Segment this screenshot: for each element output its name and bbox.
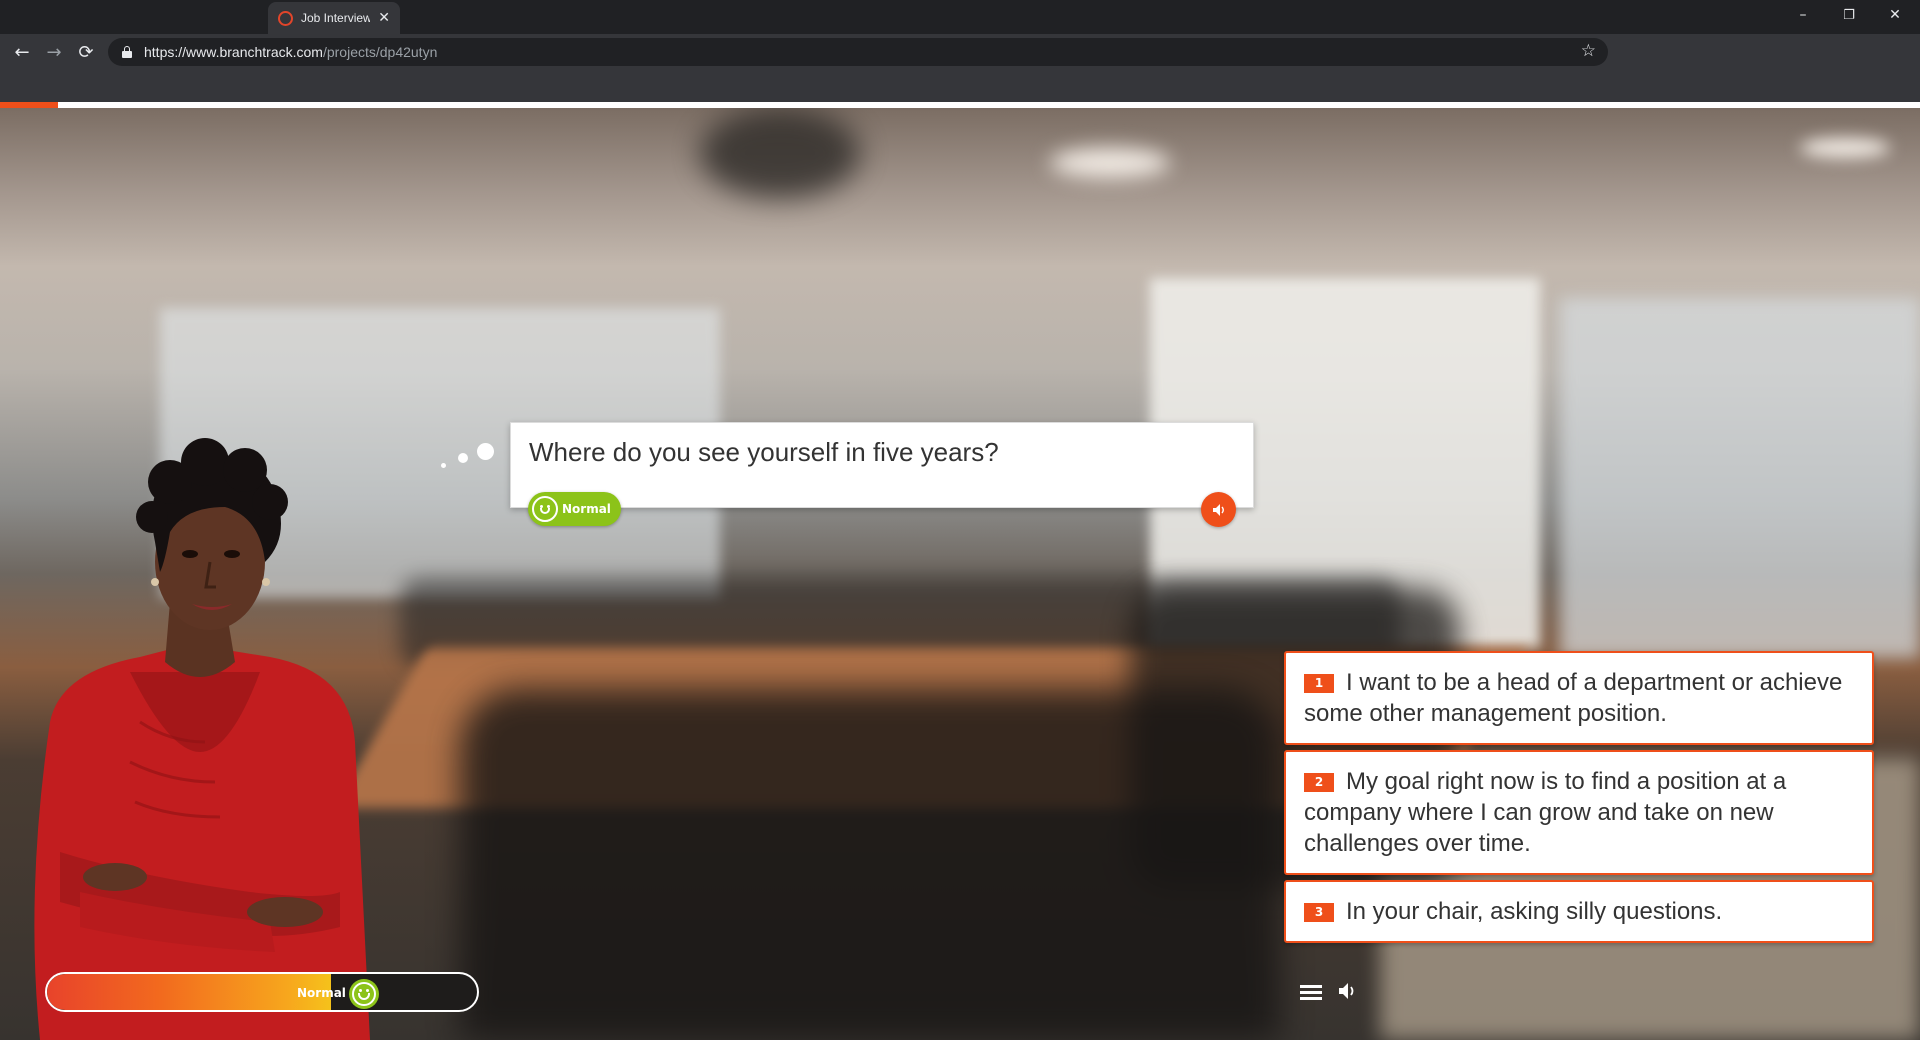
sound-toggle-button[interactable] <box>1336 980 1358 1002</box>
tab-title: Job Interview <box>301 11 371 25</box>
choice-label: My goal right now is to find a position … <box>1304 768 1787 857</box>
smiley-icon <box>349 979 379 1009</box>
choice-text: 3 In your chair, asking silly questions. <box>1304 896 1854 927</box>
browser-tab[interactable]: Job Interview ✕ <box>268 2 400 34</box>
background-chairs-foreground <box>460 688 1280 1040</box>
browser-toolbar: ← → ⟳ https://www.branchtrack.com/projec… <box>0 34 1920 70</box>
choice-number: 1 <box>1304 674 1334 693</box>
mood-meter-fill <box>47 974 331 1010</box>
favicon-icon <box>278 10 293 26</box>
mood-meter: Normal <box>45 972 479 1012</box>
speech-bubble: Where do you see yourself in five years? <box>510 422 1254 508</box>
back-arrow-icon[interactable]: ← <box>8 38 36 66</box>
page-header-band <box>0 70 1920 102</box>
choice-label: In your chair, asking silly questions. <box>1346 898 1723 925</box>
background-window-right <box>1560 298 1920 658</box>
choice-option-3[interactable]: 3 In your chair, asking silly questions. <box>1284 880 1874 943</box>
choice-number: 2 <box>1304 773 1334 792</box>
smiley-icon <box>532 496 558 522</box>
reload-icon[interactable]: ⟳ <box>72 38 100 66</box>
choice-label: I want to be a head of a department or a… <box>1304 669 1843 727</box>
choice-option-2[interactable]: 2 My goal right now is to find a position… <box>1284 750 1874 875</box>
speaker-icon <box>1339 983 1354 999</box>
address-bar[interactable]: https://www.branchtrack.com/projects/dp4… <box>108 38 1608 66</box>
speaker-icon <box>1212 503 1224 516</box>
thought-dot <box>458 453 468 463</box>
lock-icon <box>122 46 132 58</box>
minimize-icon[interactable]: – <box>1780 0 1826 30</box>
background-ceiling-light <box>1050 148 1170 178</box>
choice-option-1[interactable]: 1I want to be a head of a department or … <box>1284 651 1874 745</box>
mood-badge: Normal <box>528 492 621 526</box>
play-audio-button[interactable] <box>1201 492 1236 527</box>
restore-icon[interactable]: ❐ <box>1826 0 1872 30</box>
thought-dot <box>441 463 446 468</box>
window-close-icon[interactable]: ✕ <box>1872 0 1918 30</box>
question-text: Where do you see yourself in five years? <box>529 437 999 467</box>
url-text: https://www.branchtrack.com/projects/dp4… <box>144 44 437 60</box>
choice-text: 1I want to be a head of a department or … <box>1304 667 1854 729</box>
mood-meter-label: Normal <box>297 986 346 1000</box>
hamburger-menu-icon[interactable] <box>1300 982 1322 1002</box>
url-path: /projects/dp42utyn <box>322 44 438 60</box>
tab-close-icon[interactable]: ✕ <box>378 10 390 26</box>
choice-text: 2 My goal right now is to find a position… <box>1304 766 1854 859</box>
url-host: https://www.branchtrack.com <box>144 44 323 60</box>
interviewer-character <box>34 438 370 1040</box>
choice-number: 3 <box>1304 903 1334 922</box>
background-ceiling-lamp <box>700 108 860 198</box>
browser-tab-strip: Job Interview ✕ – ❐ ✕ <box>0 0 1920 34</box>
thought-dot <box>477 443 494 460</box>
mood-label: Normal <box>562 502 611 516</box>
background-ceiling-light <box>1800 138 1890 158</box>
forward-arrow-icon[interactable]: → <box>40 38 68 66</box>
bookmark-star-icon[interactable]: ☆ <box>1581 41 1596 61</box>
